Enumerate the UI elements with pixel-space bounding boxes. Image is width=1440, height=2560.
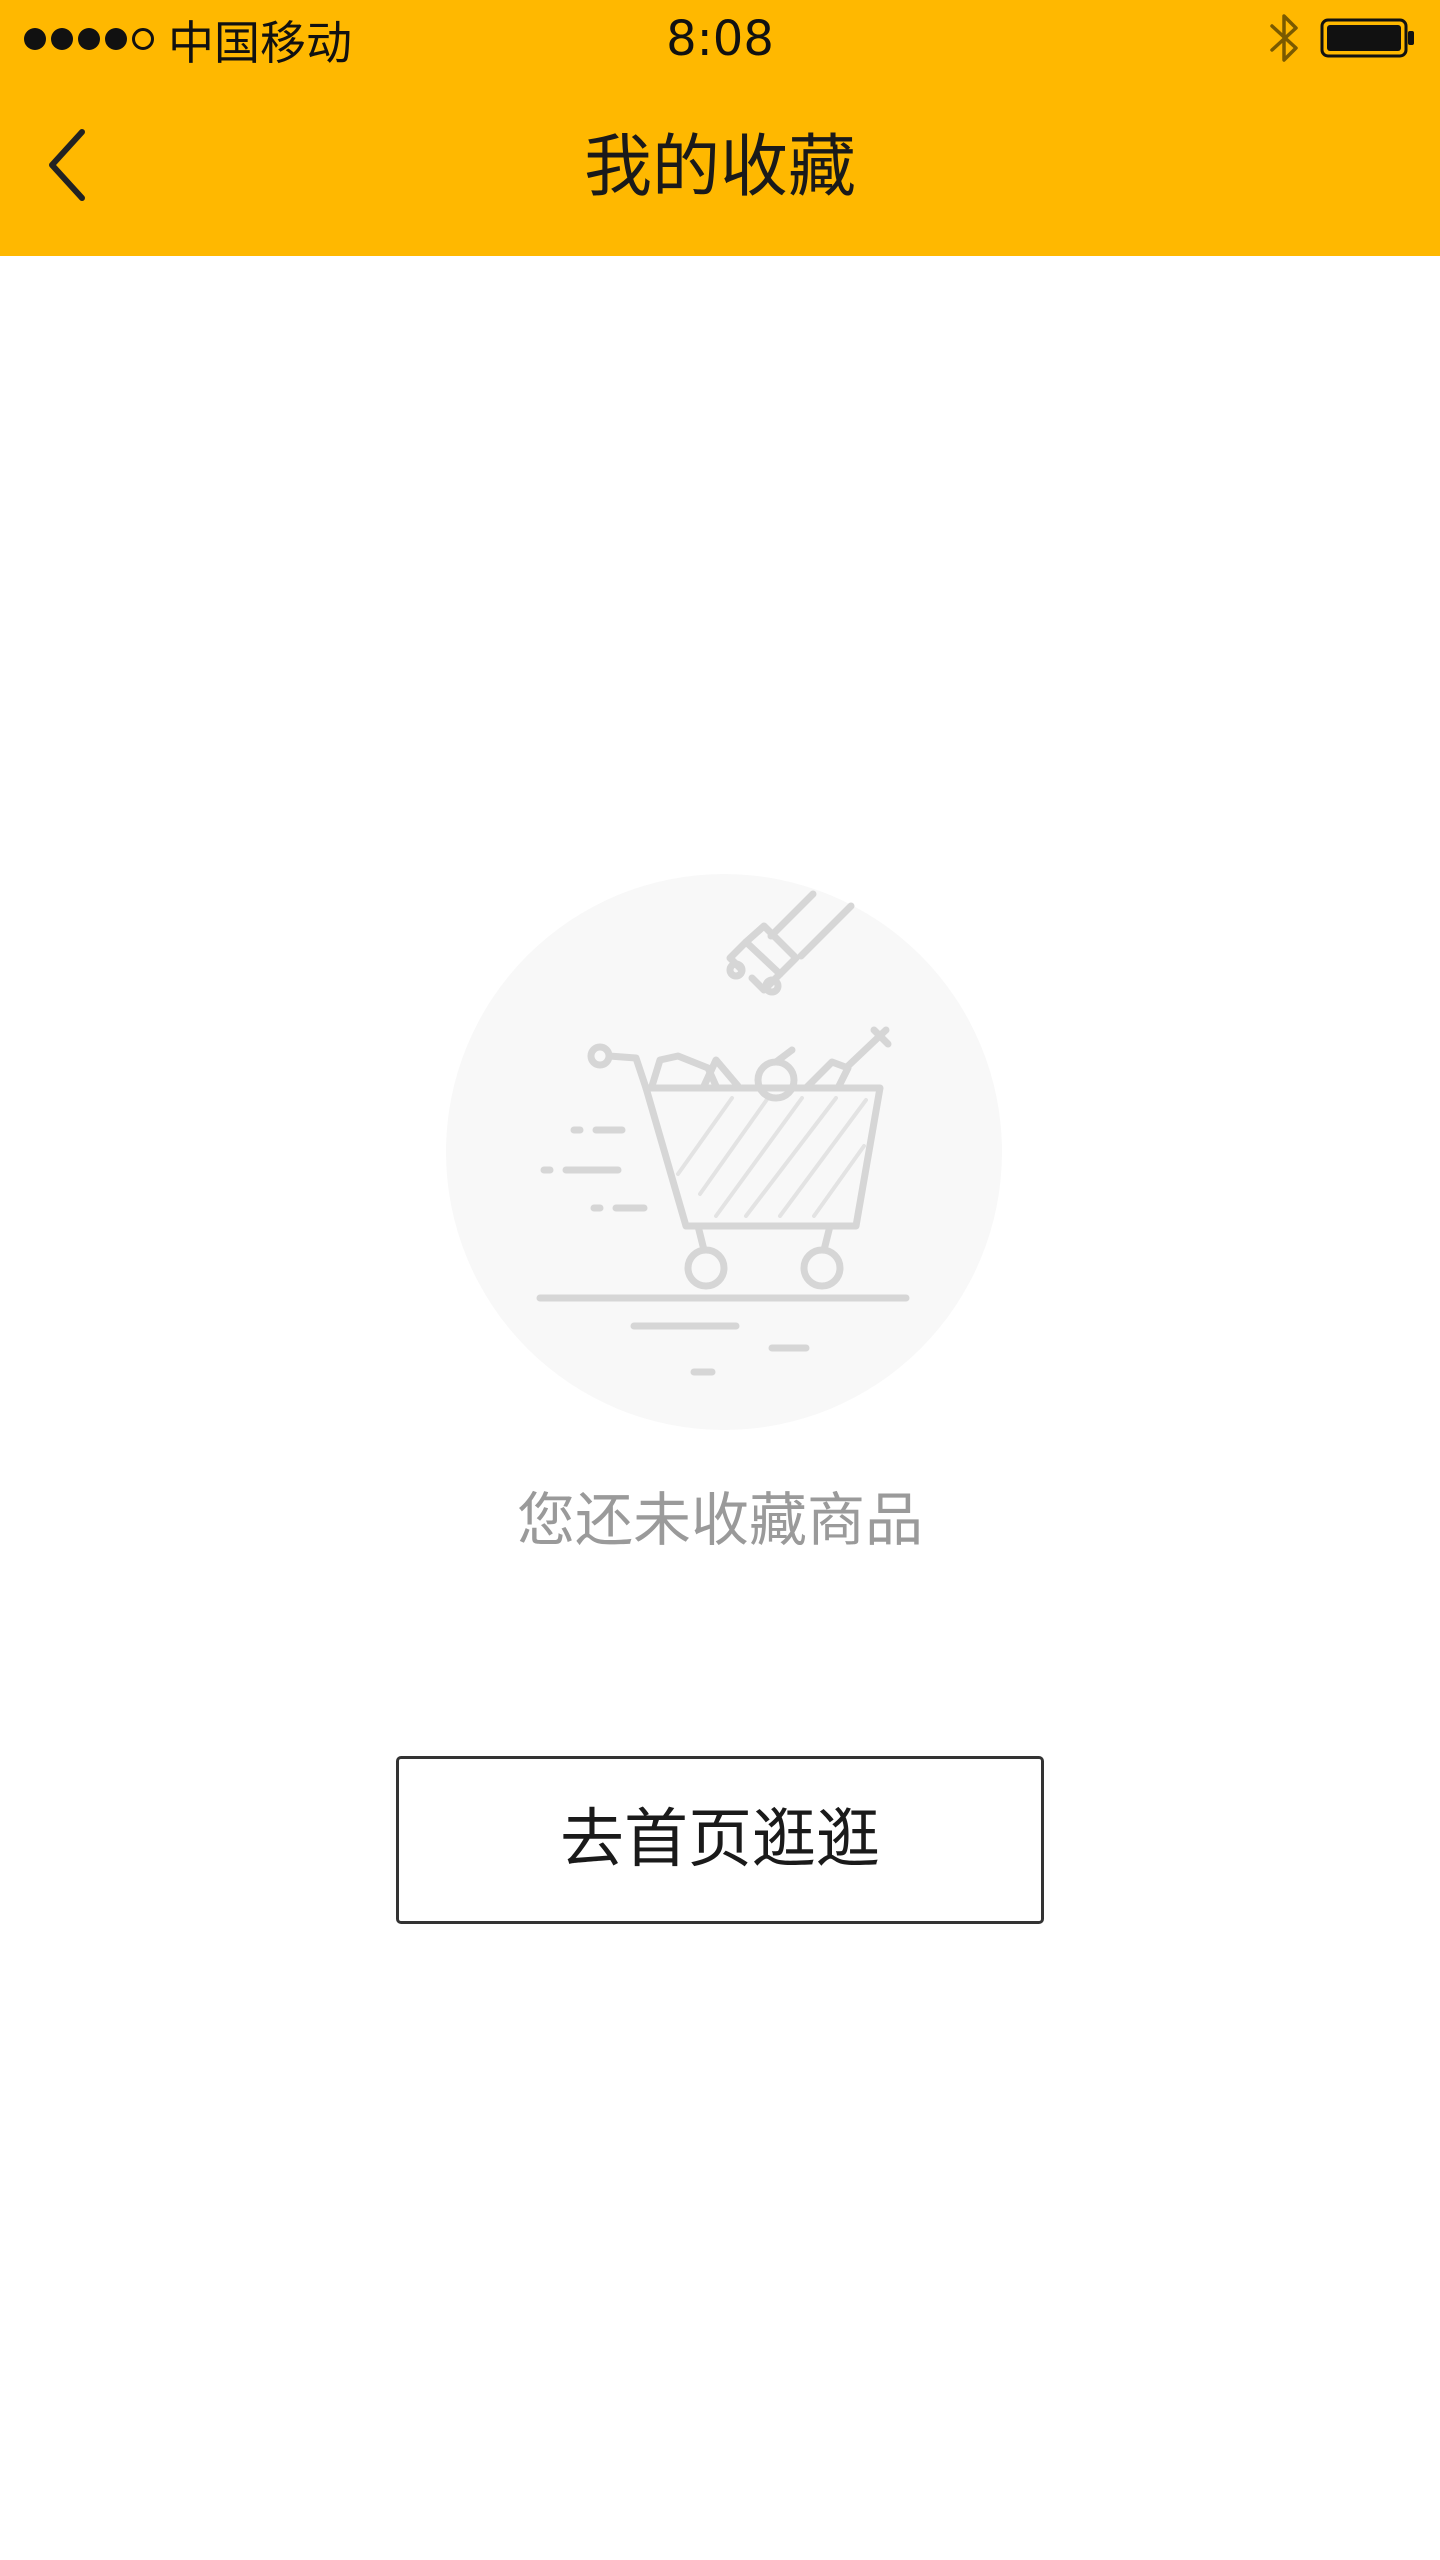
empty-state-message: 您还未收藏商品 (516, 1486, 923, 1554)
go-home-button[interactable]: 去首页逛逛 (396, 1756, 1044, 1924)
status-bar: 中国移动 8:08 (0, 0, 1440, 80)
battery-icon (1320, 18, 1414, 58)
bluetooth-icon (1270, 14, 1298, 62)
favorites-page: 中国移动 8:08 我的收藏 您还未收藏商品 去首页逛逛 (0, 0, 1440, 2560)
status-time: 8:08 (666, 11, 774, 67)
shopping-cart-icon (446, 874, 1002, 1430)
page-title: 我的收藏 (583, 128, 856, 207)
app-header: 中国移动 8:08 我的收藏 (0, 0, 1440, 256)
back-button[interactable] (30, 120, 110, 210)
navigation-bar: 我的收藏 (0, 80, 1440, 256)
chevron-left-icon (49, 129, 85, 201)
